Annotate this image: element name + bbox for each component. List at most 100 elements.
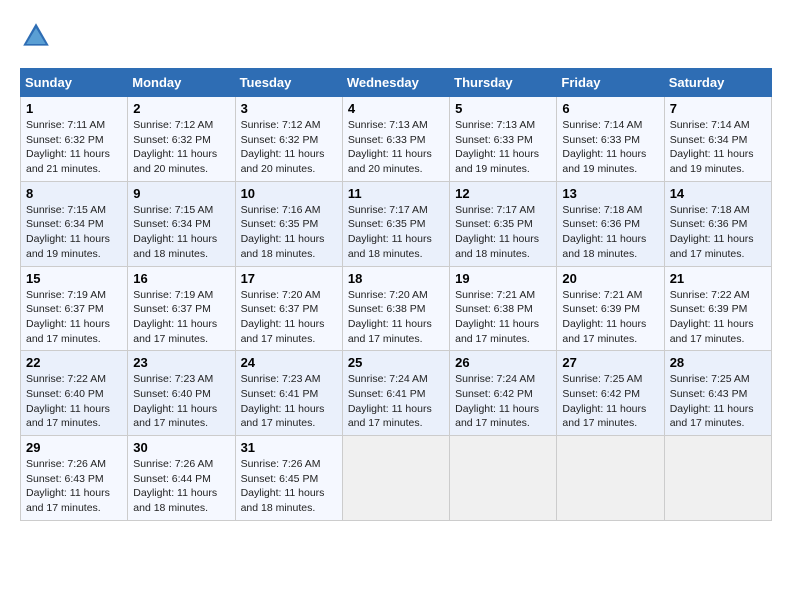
day-info: Sunrise: 7:17 AM Sunset: 6:35 PM Dayligh… — [348, 203, 444, 262]
calendar-table: SundayMondayTuesdayWednesdayThursdayFrid… — [20, 68, 772, 521]
logo — [20, 20, 56, 52]
calendar-cell: 3 Sunrise: 7:12 AM Sunset: 6:32 PM Dayli… — [235, 97, 342, 182]
calendar-week-row: 29 Sunrise: 7:26 AM Sunset: 6:43 PM Dayl… — [21, 436, 772, 521]
day-number: 10 — [241, 186, 337, 201]
day-number: 24 — [241, 355, 337, 370]
calendar-cell: 26 Sunrise: 7:24 AM Sunset: 6:42 PM Dayl… — [450, 351, 557, 436]
day-number: 3 — [241, 101, 337, 116]
day-info: Sunrise: 7:18 AM Sunset: 6:36 PM Dayligh… — [562, 203, 658, 262]
day-info: Sunrise: 7:15 AM Sunset: 6:34 PM Dayligh… — [133, 203, 229, 262]
day-number: 6 — [562, 101, 658, 116]
day-number: 15 — [26, 271, 122, 286]
calendar-cell: 23 Sunrise: 7:23 AM Sunset: 6:40 PM Dayl… — [128, 351, 235, 436]
calendar-cell: 2 Sunrise: 7:12 AM Sunset: 6:32 PM Dayli… — [128, 97, 235, 182]
day-info: Sunrise: 7:13 AM Sunset: 6:33 PM Dayligh… — [455, 118, 551, 177]
day-number: 23 — [133, 355, 229, 370]
column-header-tuesday: Tuesday — [235, 69, 342, 97]
day-number: 25 — [348, 355, 444, 370]
calendar-cell — [557, 436, 664, 521]
calendar-cell — [342, 436, 449, 521]
column-header-friday: Friday — [557, 69, 664, 97]
calendar-cell: 5 Sunrise: 7:13 AM Sunset: 6:33 PM Dayli… — [450, 97, 557, 182]
day-info: Sunrise: 7:22 AM Sunset: 6:40 PM Dayligh… — [26, 372, 122, 431]
day-info: Sunrise: 7:14 AM Sunset: 6:34 PM Dayligh… — [670, 118, 766, 177]
day-info: Sunrise: 7:12 AM Sunset: 6:32 PM Dayligh… — [133, 118, 229, 177]
day-info: Sunrise: 7:24 AM Sunset: 6:41 PM Dayligh… — [348, 372, 444, 431]
calendar-cell: 16 Sunrise: 7:19 AM Sunset: 6:37 PM Dayl… — [128, 266, 235, 351]
calendar-cell: 9 Sunrise: 7:15 AM Sunset: 6:34 PM Dayli… — [128, 181, 235, 266]
day-number: 18 — [348, 271, 444, 286]
day-info: Sunrise: 7:12 AM Sunset: 6:32 PM Dayligh… — [241, 118, 337, 177]
day-number: 17 — [241, 271, 337, 286]
calendar-cell: 6 Sunrise: 7:14 AM Sunset: 6:33 PM Dayli… — [557, 97, 664, 182]
calendar-cell: 10 Sunrise: 7:16 AM Sunset: 6:35 PM Dayl… — [235, 181, 342, 266]
calendar-week-row: 1 Sunrise: 7:11 AM Sunset: 6:32 PM Dayli… — [21, 97, 772, 182]
day-info: Sunrise: 7:14 AM Sunset: 6:33 PM Dayligh… — [562, 118, 658, 177]
day-number: 26 — [455, 355, 551, 370]
calendar-cell: 18 Sunrise: 7:20 AM Sunset: 6:38 PM Dayl… — [342, 266, 449, 351]
day-info: Sunrise: 7:24 AM Sunset: 6:42 PM Dayligh… — [455, 372, 551, 431]
calendar-cell: 28 Sunrise: 7:25 AM Sunset: 6:43 PM Dayl… — [664, 351, 771, 436]
calendar-cell: 27 Sunrise: 7:25 AM Sunset: 6:42 PM Dayl… — [557, 351, 664, 436]
column-header-sunday: Sunday — [21, 69, 128, 97]
page-header — [20, 20, 772, 52]
calendar-cell: 29 Sunrise: 7:26 AM Sunset: 6:43 PM Dayl… — [21, 436, 128, 521]
day-info: Sunrise: 7:16 AM Sunset: 6:35 PM Dayligh… — [241, 203, 337, 262]
day-number: 7 — [670, 101, 766, 116]
day-info: Sunrise: 7:22 AM Sunset: 6:39 PM Dayligh… — [670, 288, 766, 347]
calendar-cell: 15 Sunrise: 7:19 AM Sunset: 6:37 PM Dayl… — [21, 266, 128, 351]
calendar-cell — [450, 436, 557, 521]
column-header-thursday: Thursday — [450, 69, 557, 97]
day-number: 21 — [670, 271, 766, 286]
calendar-week-row: 8 Sunrise: 7:15 AM Sunset: 6:34 PM Dayli… — [21, 181, 772, 266]
day-info: Sunrise: 7:18 AM Sunset: 6:36 PM Dayligh… — [670, 203, 766, 262]
day-number: 8 — [26, 186, 122, 201]
column-header-wednesday: Wednesday — [342, 69, 449, 97]
column-header-monday: Monday — [128, 69, 235, 97]
day-number: 29 — [26, 440, 122, 455]
day-number: 9 — [133, 186, 229, 201]
calendar-cell: 30 Sunrise: 7:26 AM Sunset: 6:44 PM Dayl… — [128, 436, 235, 521]
calendar-cell: 4 Sunrise: 7:13 AM Sunset: 6:33 PM Dayli… — [342, 97, 449, 182]
calendar-week-row: 22 Sunrise: 7:22 AM Sunset: 6:40 PM Dayl… — [21, 351, 772, 436]
calendar-cell: 11 Sunrise: 7:17 AM Sunset: 6:35 PM Dayl… — [342, 181, 449, 266]
day-info: Sunrise: 7:26 AM Sunset: 6:43 PM Dayligh… — [26, 457, 122, 516]
day-info: Sunrise: 7:23 AM Sunset: 6:41 PM Dayligh… — [241, 372, 337, 431]
calendar-cell: 8 Sunrise: 7:15 AM Sunset: 6:34 PM Dayli… — [21, 181, 128, 266]
calendar-cell: 12 Sunrise: 7:17 AM Sunset: 6:35 PM Dayl… — [450, 181, 557, 266]
day-info: Sunrise: 7:26 AM Sunset: 6:44 PM Dayligh… — [133, 457, 229, 516]
day-info: Sunrise: 7:21 AM Sunset: 6:39 PM Dayligh… — [562, 288, 658, 347]
day-info: Sunrise: 7:20 AM Sunset: 6:37 PM Dayligh… — [241, 288, 337, 347]
day-info: Sunrise: 7:17 AM Sunset: 6:35 PM Dayligh… — [455, 203, 551, 262]
calendar-cell: 1 Sunrise: 7:11 AM Sunset: 6:32 PM Dayli… — [21, 97, 128, 182]
day-number: 28 — [670, 355, 766, 370]
day-info: Sunrise: 7:21 AM Sunset: 6:38 PM Dayligh… — [455, 288, 551, 347]
day-number: 12 — [455, 186, 551, 201]
day-number: 30 — [133, 440, 229, 455]
day-number: 4 — [348, 101, 444, 116]
day-info: Sunrise: 7:23 AM Sunset: 6:40 PM Dayligh… — [133, 372, 229, 431]
calendar-cell: 20 Sunrise: 7:21 AM Sunset: 6:39 PM Dayl… — [557, 266, 664, 351]
day-number: 20 — [562, 271, 658, 286]
calendar-cell: 19 Sunrise: 7:21 AM Sunset: 6:38 PM Dayl… — [450, 266, 557, 351]
calendar-header-row: SundayMondayTuesdayWednesdayThursdayFrid… — [21, 69, 772, 97]
calendar-cell: 25 Sunrise: 7:24 AM Sunset: 6:41 PM Dayl… — [342, 351, 449, 436]
calendar-cell: 17 Sunrise: 7:20 AM Sunset: 6:37 PM Dayl… — [235, 266, 342, 351]
day-number: 2 — [133, 101, 229, 116]
day-info: Sunrise: 7:26 AM Sunset: 6:45 PM Dayligh… — [241, 457, 337, 516]
day-number: 22 — [26, 355, 122, 370]
day-info: Sunrise: 7:20 AM Sunset: 6:38 PM Dayligh… — [348, 288, 444, 347]
calendar-cell: 21 Sunrise: 7:22 AM Sunset: 6:39 PM Dayl… — [664, 266, 771, 351]
day-number: 11 — [348, 186, 444, 201]
calendar-week-row: 15 Sunrise: 7:19 AM Sunset: 6:37 PM Dayl… — [21, 266, 772, 351]
day-info: Sunrise: 7:25 AM Sunset: 6:43 PM Dayligh… — [670, 372, 766, 431]
calendar-cell: 24 Sunrise: 7:23 AM Sunset: 6:41 PM Dayl… — [235, 351, 342, 436]
day-info: Sunrise: 7:13 AM Sunset: 6:33 PM Dayligh… — [348, 118, 444, 177]
calendar-cell: 22 Sunrise: 7:22 AM Sunset: 6:40 PM Dayl… — [21, 351, 128, 436]
column-header-saturday: Saturday — [664, 69, 771, 97]
day-number: 1 — [26, 101, 122, 116]
day-info: Sunrise: 7:19 AM Sunset: 6:37 PM Dayligh… — [133, 288, 229, 347]
day-number: 13 — [562, 186, 658, 201]
day-number: 31 — [241, 440, 337, 455]
day-number: 14 — [670, 186, 766, 201]
